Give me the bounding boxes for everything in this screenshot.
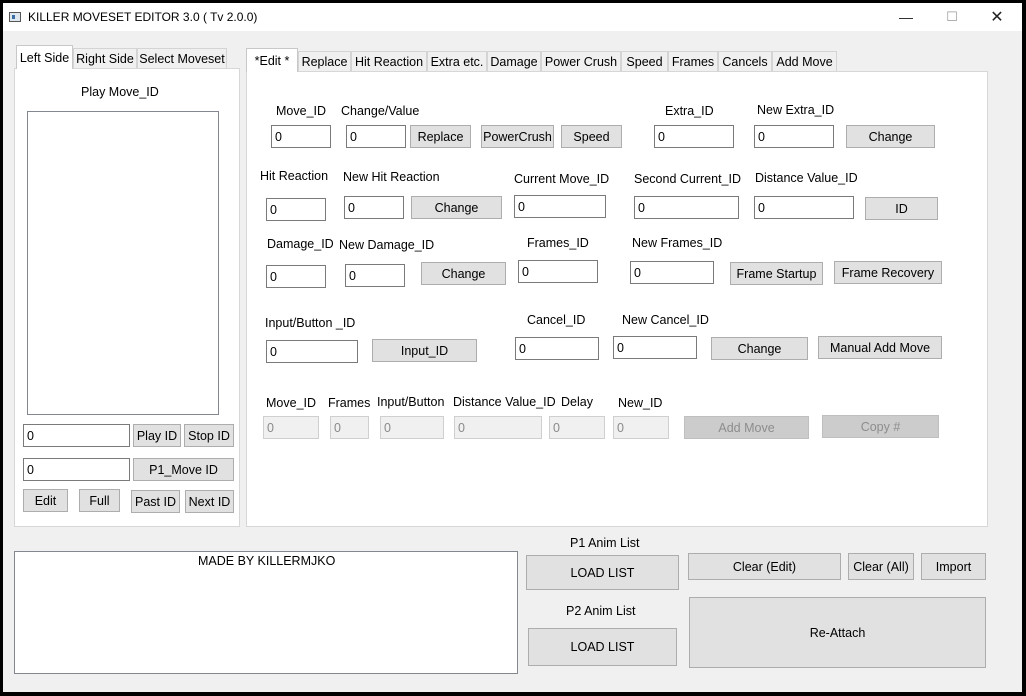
add-input-button-label: Input/Button — [377, 395, 445, 409]
frames-id-label: Frames_ID — [527, 236, 589, 250]
tab-damage[interactable]: Damage — [487, 51, 541, 72]
second-current-label: Second Current_ID — [634, 172, 742, 186]
add-frames-label: Frames — [328, 396, 371, 410]
input-id-button[interactable]: Input_ID — [372, 339, 477, 362]
add-frames-input[interactable] — [330, 416, 369, 439]
tab-speed[interactable]: Speed — [621, 51, 668, 72]
add-delay-label: Delay — [561, 395, 593, 409]
manual-add-move-button[interactable]: Manual Add Move — [818, 336, 942, 359]
frames-id-input[interactable] — [518, 260, 598, 283]
copy-button[interactable]: Copy # — [822, 415, 939, 438]
current-move-input[interactable] — [514, 195, 606, 218]
change-extra-button[interactable]: Change — [846, 125, 935, 148]
add-new-id-label: New_ID — [618, 396, 663, 410]
p1-anim-list-label: P1 Anim List — [570, 536, 640, 550]
hit-reaction-label: Hit Reaction — [260, 169, 329, 183]
move-list[interactable] — [27, 111, 219, 415]
new-frames-input[interactable] — [630, 261, 714, 284]
distance-value-input[interactable] — [754, 196, 854, 219]
change-hit-button[interactable]: Change — [411, 196, 502, 219]
title-bar: KILLER MOVESET EDITOR 3.0 ( Tv 2.0.0) — … — [3, 3, 1022, 31]
p2-anim-list-label: P2 Anim List — [566, 604, 636, 618]
cancel-id-input[interactable] — [515, 337, 599, 360]
tab-hit-reaction[interactable]: Hit Reaction — [351, 51, 427, 72]
new-damage-input[interactable] — [345, 264, 405, 287]
tab-cancels[interactable]: Cancels — [718, 51, 772, 72]
reattach-button[interactable]: Re-Attach — [689, 597, 986, 668]
next-id-button[interactable]: Next ID — [185, 490, 234, 513]
distance-value-label: Distance Value_ID — [755, 171, 858, 185]
add-move-id-input[interactable] — [263, 416, 319, 439]
full-button[interactable]: Full — [79, 489, 120, 512]
close-button[interactable]: ✕ — [974, 3, 1020, 31]
tab-add-move[interactable]: Add Move — [772, 51, 837, 72]
extra-id-input[interactable] — [654, 125, 734, 148]
new-cancel-label: New Cancel_ID — [622, 313, 709, 327]
id-button[interactable]: ID — [865, 197, 938, 220]
app-icon — [9, 12, 21, 22]
new-hit-reaction-label: New Hit Reaction — [343, 170, 440, 184]
add-move-button[interactable]: Add Move — [684, 416, 809, 439]
input-button-label: Input/Button _ID — [265, 316, 356, 330]
change-damage-button[interactable]: Change — [421, 262, 506, 285]
cancel-id-label: Cancel_ID — [527, 313, 586, 327]
tab-replace[interactable]: Replace — [298, 51, 351, 72]
tab-frames[interactable]: Frames — [668, 51, 718, 72]
credits-text: MADE BY KILLERMJKO — [198, 554, 336, 568]
window-title: KILLER MOVESET EDITOR 3.0 ( Tv 2.0.0) — [28, 10, 258, 24]
clear-all-button[interactable]: Clear (All) — [848, 553, 914, 580]
tab-left-side[interactable]: Left Side — [16, 45, 73, 69]
add-distance-input[interactable] — [454, 416, 542, 439]
import-button[interactable]: Import — [921, 553, 986, 580]
tab-right-side[interactable]: Right Side — [73, 48, 137, 69]
past-id-button[interactable]: Past ID — [131, 490, 180, 513]
powercrush-button[interactable]: PowerCrush — [481, 125, 554, 148]
move-id-label: Move_ID — [276, 104, 327, 118]
p1-move-id-button[interactable]: P1_Move ID — [133, 458, 234, 481]
new-extra-id-input[interactable] — [754, 125, 834, 148]
hit-reaction-input[interactable] — [266, 198, 326, 221]
new-frames-label: New Frames_ID — [632, 236, 723, 250]
tab-extra-etc[interactable]: Extra etc. — [427, 51, 487, 72]
change-value-input[interactable] — [346, 125, 406, 148]
add-distance-label: Distance Value_ID — [453, 395, 556, 409]
p1-move-input[interactable] — [23, 458, 130, 481]
new-cancel-input[interactable] — [613, 336, 697, 359]
change-value-label: Change/Value — [341, 104, 420, 118]
current-move-label: Current Move_ID — [514, 172, 610, 186]
frame-startup-button[interactable]: Frame Startup — [730, 262, 823, 285]
credits-box — [14, 551, 518, 674]
damage-id-input[interactable] — [266, 265, 326, 288]
move-id-input[interactable] — [271, 125, 331, 148]
tab-edit[interactable]: *Edit * — [246, 48, 298, 72]
play-move-label: Play Move_ID — [81, 85, 159, 99]
minimize-button[interactable]: — — [883, 3, 929, 31]
tab-power-crush[interactable]: Power Crush — [541, 51, 621, 72]
input-button-input[interactable] — [266, 340, 358, 363]
p1-load-list-button[interactable]: LOAD LIST — [526, 555, 679, 590]
new-hit-reaction-input[interactable] — [344, 196, 404, 219]
clear-edit-button[interactable]: Clear (Edit) — [688, 553, 841, 580]
new-extra-id-label: New Extra_ID — [757, 103, 835, 117]
edit-button[interactable]: Edit — [23, 489, 68, 512]
frame-recovery-button[interactable]: Frame Recovery — [834, 261, 942, 284]
add-input-button-input[interactable] — [380, 416, 444, 439]
second-current-input[interactable] — [634, 196, 739, 219]
change-cancel-button[interactable]: Change — [711, 337, 808, 360]
p2-load-list-button[interactable]: LOAD LIST — [528, 628, 677, 666]
play-id-button[interactable]: Play ID — [133, 424, 181, 447]
tab-select-moveset[interactable]: Select Moveset — [137, 48, 227, 69]
new-damage-label: New Damage_ID — [339, 238, 435, 252]
app-window: KILLER MOVESET EDITOR 3.0 ( Tv 2.0.0) — … — [3, 3, 1022, 692]
stop-id-button[interactable]: Stop ID — [184, 424, 234, 447]
maximize-button[interactable]: ☐ — [929, 3, 975, 31]
extra-id-label: Extra_ID — [665, 104, 714, 118]
add-new-id-input[interactable] — [613, 416, 669, 439]
speed-button[interactable]: Speed — [561, 125, 622, 148]
add-delay-input[interactable] — [549, 416, 605, 439]
add-move-id-label: Move_ID — [266, 396, 317, 410]
replace-button[interactable]: Replace — [410, 125, 471, 148]
play-move-input[interactable] — [23, 424, 130, 447]
damage-id-label: Damage_ID — [267, 237, 334, 251]
